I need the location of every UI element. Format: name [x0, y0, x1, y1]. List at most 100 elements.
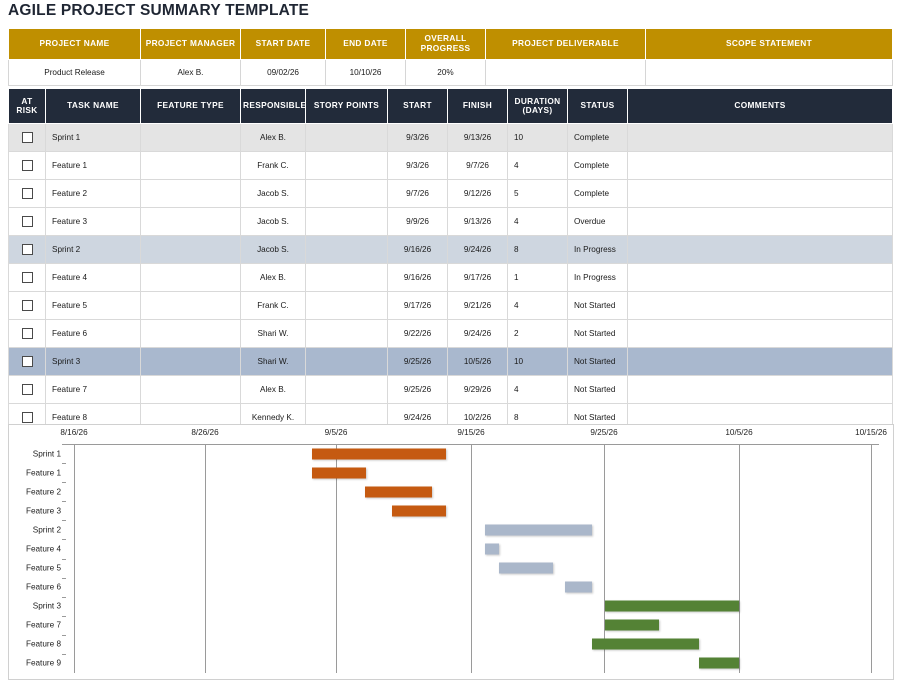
at-risk-checkbox-cell[interactable]	[8, 291, 46, 320]
gantt-bar[interactable]	[499, 562, 553, 574]
finish-date[interactable]: 9/7/26	[447, 151, 508, 180]
duration-days[interactable]: 2	[507, 319, 568, 348]
table-row[interactable]: Feature 2 Jacob S. 9/7/26 9/12/26 5 Complete	[8, 179, 893, 208]
start-date[interactable]: 9/7/26	[387, 179, 448, 208]
checkbox-icon[interactable]	[21, 356, 33, 367]
finish-date[interactable]: 9/29/26	[447, 375, 508, 404]
start-date[interactable]: 9/25/26	[387, 375, 448, 404]
responsible[interactable]: Frank C.	[240, 291, 306, 320]
status[interactable]: Not Started	[567, 319, 628, 348]
status[interactable]: In Progress	[567, 235, 628, 264]
gantt-bar[interactable]	[699, 657, 739, 669]
task-name[interactable]: Feature 4	[45, 263, 141, 292]
responsible[interactable]: Shari W.	[240, 347, 306, 376]
responsible[interactable]: Alex B.	[240, 375, 306, 404]
story-points[interactable]	[305, 347, 388, 376]
checkbox-icon[interactable]	[21, 244, 33, 255]
finish-date[interactable]: 10/5/26	[447, 347, 508, 376]
summary-cell[interactable]	[645, 59, 893, 86]
table-row[interactable]: Feature 4 Alex B. 9/16/26 9/17/26 1 In Progre…	[8, 263, 893, 292]
task-name[interactable]: Feature 6	[45, 319, 141, 348]
story-points[interactable]	[305, 151, 388, 180]
duration-days[interactable]: 8	[507, 235, 568, 264]
feature-type[interactable]	[140, 151, 241, 180]
responsible[interactable]: Jacob S.	[240, 235, 306, 264]
status[interactable]: Overdue	[567, 207, 628, 236]
checkbox-icon[interactable]	[21, 384, 33, 395]
checkbox-icon[interactable]	[21, 132, 33, 143]
feature-type[interactable]	[140, 263, 241, 292]
table-row[interactable]: Feature 3 Jacob S. 9/9/26 9/13/26 4 Overdue	[8, 207, 893, 236]
gantt-bar[interactable]	[565, 581, 592, 593]
summary-cell[interactable]: 10/10/26	[325, 59, 406, 86]
table-row[interactable]: Sprint 1 Alex B. 9/3/26 9/13/26 10 Complete	[8, 123, 893, 152]
checkbox-icon[interactable]	[21, 216, 33, 227]
at-risk-checkbox-cell[interactable]	[8, 207, 46, 236]
at-risk-checkbox-cell[interactable]	[8, 151, 46, 180]
status[interactable]: Not Started	[567, 375, 628, 404]
at-risk-checkbox-cell[interactable]	[8, 375, 46, 404]
summary-data-row[interactable]: Product Release Alex B. 09/02/26 10/10/26 20…	[8, 59, 893, 86]
table-row[interactable]: Sprint 2 Jacob S. 9/16/26 9/24/26 8 In Progre…	[8, 235, 893, 264]
status[interactable]: Complete	[567, 151, 628, 180]
story-points[interactable]	[305, 123, 388, 152]
comments[interactable]	[627, 319, 893, 348]
checkbox-icon[interactable]	[21, 272, 33, 283]
gantt-bar[interactable]	[592, 638, 699, 650]
duration-days[interactable]: 4	[507, 207, 568, 236]
checkbox-icon[interactable]	[21, 160, 33, 171]
table-row[interactable]: Feature 7 Alex B. 9/25/26 9/29/26 4 Not Start…	[8, 375, 893, 404]
comments[interactable]	[627, 207, 893, 236]
summary-cell[interactable]: Product Release	[8, 59, 141, 86]
comments[interactable]	[627, 263, 893, 292]
table-row[interactable]: Feature 5 Frank C. 9/17/26 9/21/26 4 Not Star…	[8, 291, 893, 320]
checkbox-icon[interactable]	[21, 328, 33, 339]
gantt-bar[interactable]	[605, 619, 659, 631]
story-points[interactable]	[305, 291, 388, 320]
responsible[interactable]: Shari W.	[240, 319, 306, 348]
start-date[interactable]: 9/17/26	[387, 291, 448, 320]
task-name[interactable]: Feature 5	[45, 291, 141, 320]
task-name[interactable]: Feature 2	[45, 179, 141, 208]
start-date[interactable]: 9/3/26	[387, 151, 448, 180]
story-points[interactable]	[305, 375, 388, 404]
comments[interactable]	[627, 375, 893, 404]
feature-type[interactable]	[140, 207, 241, 236]
feature-type[interactable]	[140, 347, 241, 376]
status[interactable]: Not Started	[567, 347, 628, 376]
table-row[interactable]: Feature 6 Shari W. 9/22/26 9/24/26 2 Not Star…	[8, 319, 893, 348]
gantt-bar[interactable]	[485, 543, 499, 555]
finish-date[interactable]: 9/17/26	[447, 263, 508, 292]
feature-type[interactable]	[140, 179, 241, 208]
finish-date[interactable]: 9/12/26	[447, 179, 508, 208]
duration-days[interactable]: 10	[507, 347, 568, 376]
table-row[interactable]: Feature 1 Frank C. 9/3/26 9/7/26 4 Complete	[8, 151, 893, 180]
checkbox-icon[interactable]	[21, 412, 33, 423]
responsible[interactable]: Frank C.	[240, 151, 306, 180]
checkbox-icon[interactable]	[21, 188, 33, 199]
finish-date[interactable]: 9/13/26	[447, 207, 508, 236]
gantt-bar[interactable]	[605, 600, 739, 612]
gantt-bar[interactable]	[392, 505, 446, 517]
start-date[interactable]: 9/3/26	[387, 123, 448, 152]
start-date[interactable]: 9/9/26	[387, 207, 448, 236]
start-date[interactable]: 9/22/26	[387, 319, 448, 348]
duration-days[interactable]: 10	[507, 123, 568, 152]
task-name[interactable]: Sprint 2	[45, 235, 141, 264]
responsible[interactable]: Jacob S.	[240, 179, 306, 208]
comments[interactable]	[627, 235, 893, 264]
summary-cell[interactable]: 20%	[405, 59, 486, 86]
start-date[interactable]: 9/16/26	[387, 263, 448, 292]
finish-date[interactable]: 9/24/26	[447, 235, 508, 264]
summary-cell[interactable]	[485, 59, 646, 86]
responsible[interactable]: Alex B.	[240, 263, 306, 292]
finish-date[interactable]: 9/24/26	[447, 319, 508, 348]
comments[interactable]	[627, 179, 893, 208]
comments[interactable]	[627, 123, 893, 152]
status[interactable]: In Progress	[567, 263, 628, 292]
task-name[interactable]: Sprint 3	[45, 347, 141, 376]
summary-cell[interactable]: 09/02/26	[240, 59, 326, 86]
at-risk-checkbox-cell[interactable]	[8, 235, 46, 264]
at-risk-checkbox-cell[interactable]	[8, 123, 46, 152]
responsible[interactable]: Jacob S.	[240, 207, 306, 236]
